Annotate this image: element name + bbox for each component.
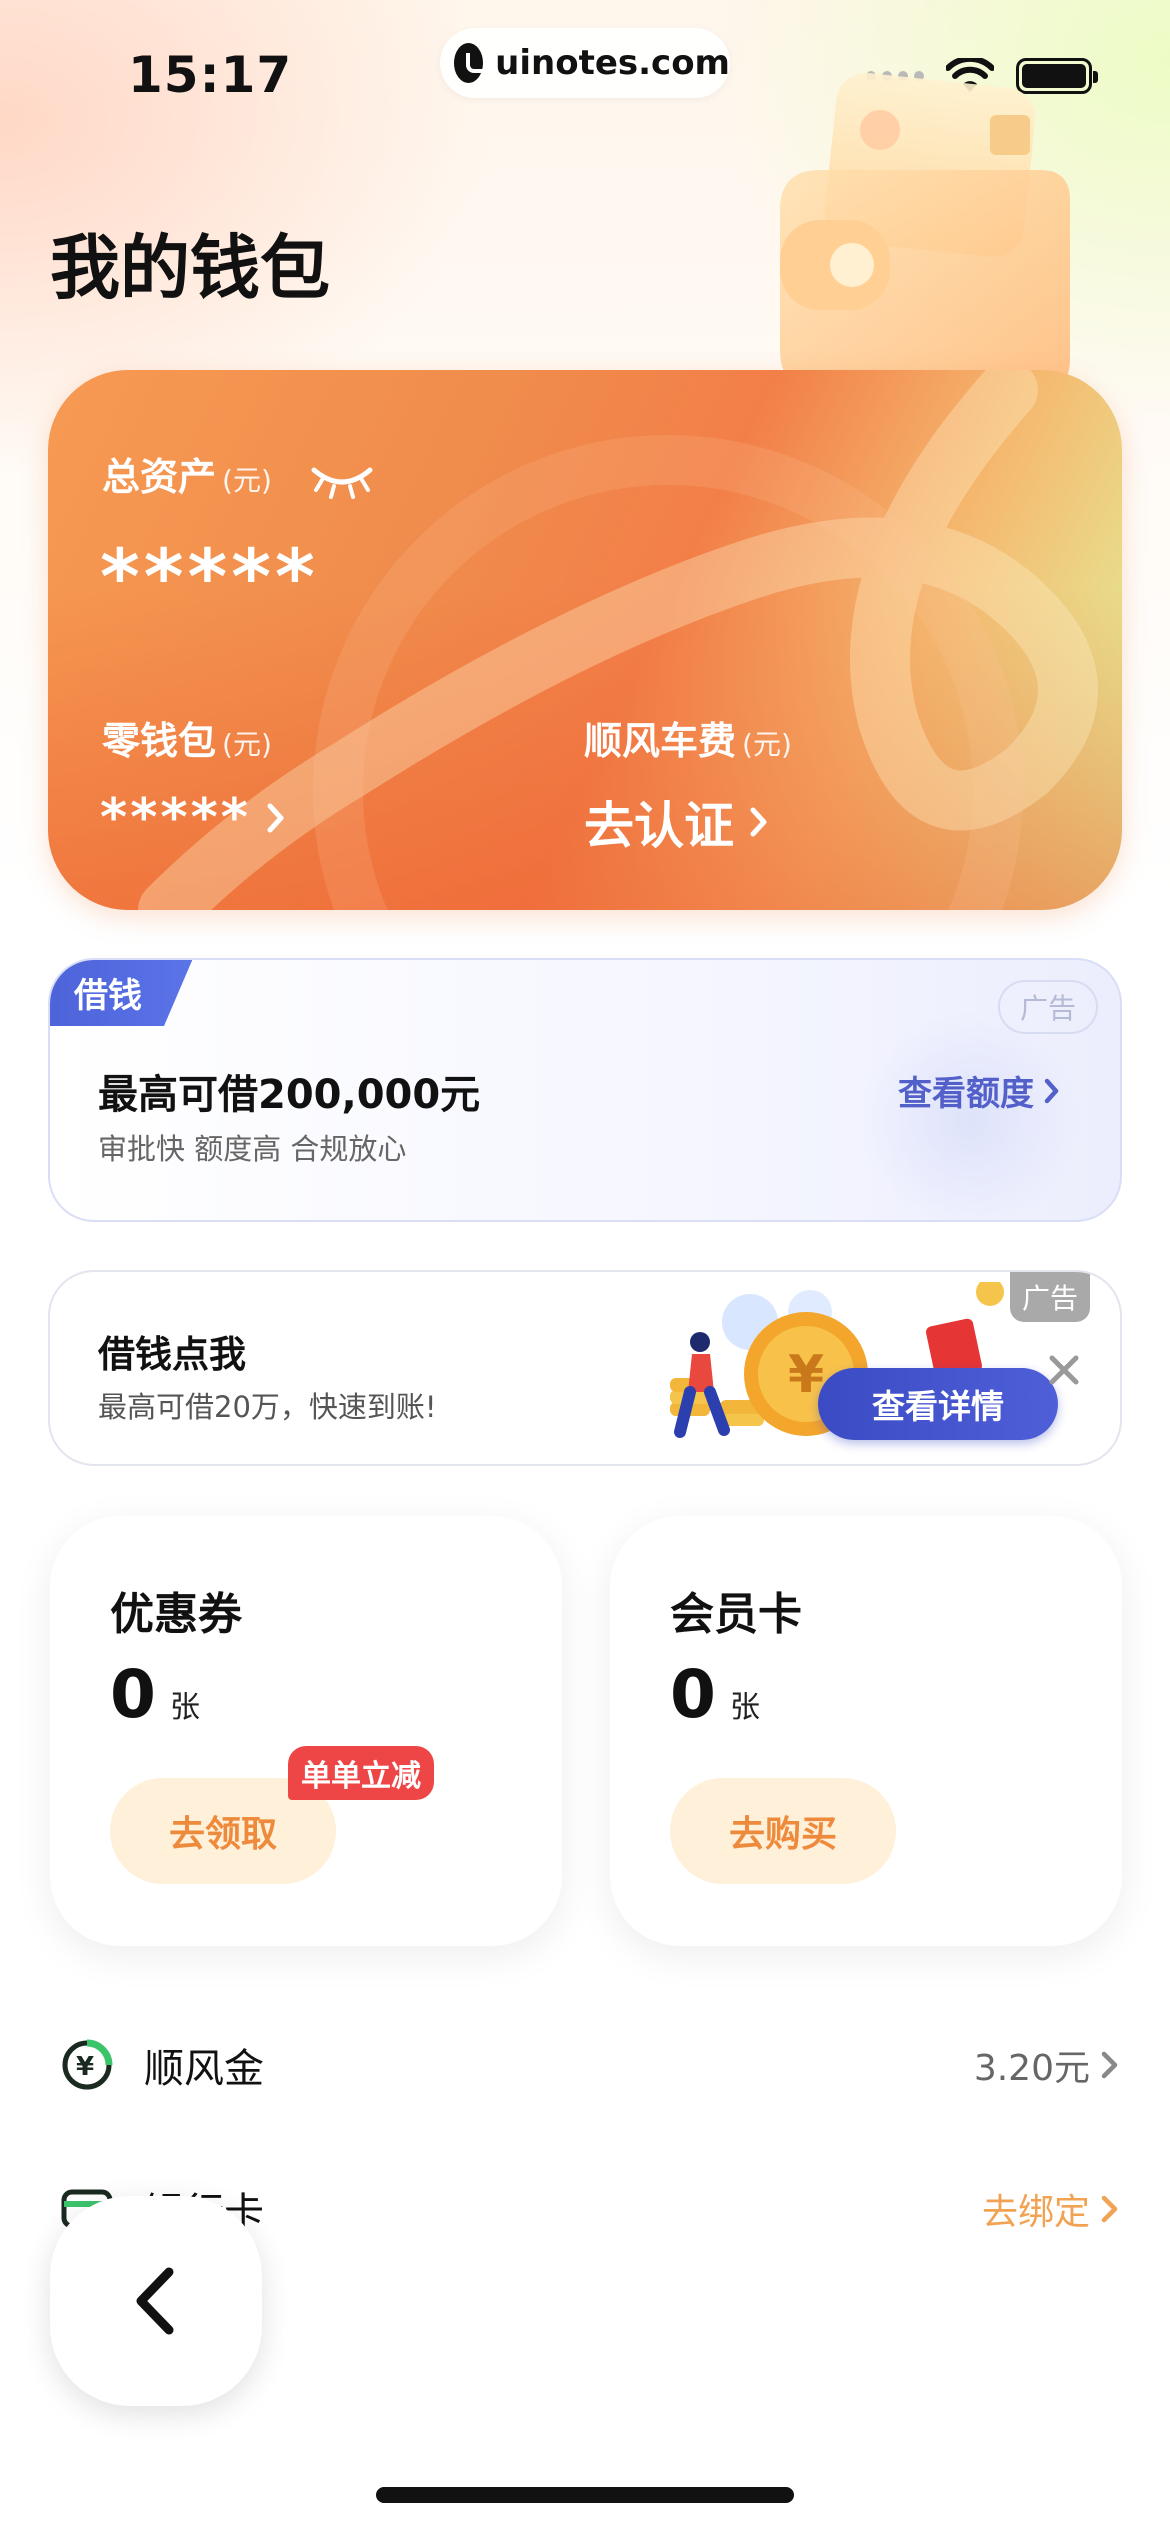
status-time: 15:17 xyxy=(128,46,293,104)
loan-tag: 借钱 xyxy=(50,960,194,1026)
pocket-label: 零钱包 (元) xyxy=(102,719,272,763)
back-button[interactable] xyxy=(50,2196,262,2406)
total-assets-value: ***** xyxy=(100,532,319,621)
view-details-button[interactable]: 查看详情 xyxy=(818,1368,1058,1440)
yuan-watermark-icon xyxy=(860,1010,1080,1220)
fare-verify-link[interactable]: 去认证 xyxy=(584,786,768,858)
chevron-right-icon xyxy=(267,803,284,833)
borrow-subtitle: 最高可借20万，快速到账! xyxy=(98,1390,437,1424)
url-text: uinotes.com xyxy=(495,43,730,83)
borrow-title: 借钱点我 xyxy=(98,1333,246,1376)
coupon-title: 优惠券 xyxy=(110,1589,242,1640)
loan-banner[interactable]: 借钱 广告 最高可借200,000元 审批快 额度高 合规放心 查看额度 xyxy=(48,958,1122,1222)
asset-card: 总资产 (元) ***** 零钱包 (元) ***** 顺风车费 (元) 去认证 xyxy=(48,370,1122,910)
fare-label: 顺风车费 (元) xyxy=(584,719,792,763)
bind-card-link[interactable]: 去绑定 xyxy=(982,2183,1090,2235)
row-value: 3.20元 xyxy=(973,2048,1090,2089)
ad-label: 广告 xyxy=(998,980,1098,1034)
loan-title: 最高可借200,000元 xyxy=(98,1072,481,1118)
yuan-coin-icon: ¥ xyxy=(62,2039,113,2090)
member-title: 会员卡 xyxy=(670,1589,802,1640)
chevron-right-icon xyxy=(1101,2195,1118,2223)
ad-label: 广告 xyxy=(1010,1272,1090,1322)
page-title: 我的钱包 xyxy=(50,227,330,309)
url-pill[interactable]: uinotes.com xyxy=(440,28,730,98)
member-count: 0 张 xyxy=(670,1656,760,1733)
svg-text:¥: ¥ xyxy=(76,2052,94,2082)
loan-subtitle: 审批快 额度高 合规放心 xyxy=(98,1132,407,1166)
chevron-right-icon xyxy=(750,807,767,837)
row-label: 银行卡 xyxy=(144,2180,982,2238)
coupon-card[interactable]: 优惠券 0 张 去领取 单单立减 xyxy=(50,1516,562,1946)
view-limit-link[interactable]: 查看额度 xyxy=(898,1066,1060,1115)
hide-amount-eye-icon[interactable] xyxy=(310,460,374,500)
site-logo-icon xyxy=(454,43,491,83)
list-item-shunfengjin[interactable]: ¥ 顺风金 3.20元 xyxy=(60,2020,1120,2110)
coupon-count: 0 张 xyxy=(110,1656,200,1733)
pocket-value-link[interactable]: ***** xyxy=(100,788,285,848)
chevron-right-icon xyxy=(1101,2051,1118,2079)
member-card[interactable]: 会员卡 0 张 去购买 xyxy=(610,1516,1122,1946)
promo-badge: 单单立减 xyxy=(288,1746,434,1800)
buy-membership-button[interactable]: 去购买 xyxy=(670,1778,896,1884)
row-label: 顺风金 xyxy=(144,2046,264,2092)
close-icon[interactable] xyxy=(1044,1350,1084,1390)
chevron-right-icon xyxy=(1044,1078,1059,1103)
wallet-screen: 15:17 uinotes.com 我的钱包 总资产 (元) ***** 零钱包… xyxy=(0,0,1170,2532)
home-indicator[interactable] xyxy=(376,2487,794,2503)
chevron-left-icon xyxy=(136,2267,174,2335)
borrow-ad-banner[interactable]: 借钱点我 最高可借20万，快速到账! ¥ 查看详情 广告 xyxy=(48,1270,1122,1466)
wallet-illustration-icon xyxy=(780,72,1070,390)
total-assets-label: 总资产 (元) xyxy=(102,455,272,499)
